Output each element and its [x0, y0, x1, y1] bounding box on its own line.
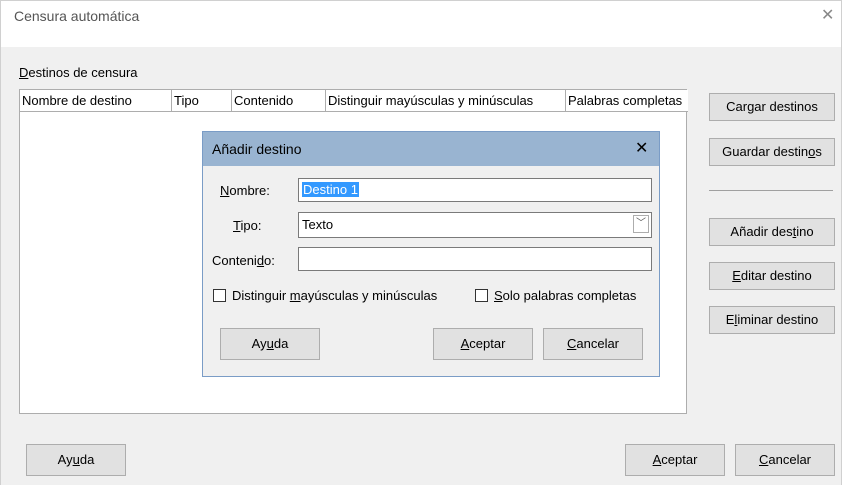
column-header-whole-words[interactable]: Palabras completas — [566, 90, 688, 112]
add-target-dialog: Añadir destino ✕ Nombre: Destino 1 Tipo:… — [202, 131, 660, 377]
content-label: Contenido: — [212, 253, 275, 268]
ok-button[interactable]: Aceptar — [625, 444, 725, 476]
case-checkbox-label[interactable]: Distinguir mayúsculas y minúsculas — [232, 288, 437, 303]
load-targets-button[interactable]: Cargar destinos — [709, 93, 835, 121]
cancel-button[interactable]: Cancelar — [735, 444, 835, 476]
edit-target-button[interactable]: Editar destino — [709, 262, 835, 290]
column-header-type[interactable]: Tipo — [172, 90, 232, 112]
dialog-title: Añadir destino — [212, 141, 302, 157]
whole-words-checkbox[interactable] — [475, 289, 488, 302]
type-select-value: Texto — [302, 217, 334, 232]
case-checkbox[interactable] — [213, 289, 226, 302]
delete-target-button[interactable]: Eliminar destino — [709, 306, 835, 334]
type-select[interactable]: Texto ﹀ — [298, 212, 652, 238]
dialog-ok-button[interactable]: Aceptar — [433, 328, 533, 360]
chevron-down-icon[interactable]: ﹀ — [633, 215, 649, 233]
name-label: Nombre: — [220, 183, 270, 198]
help-button[interactable]: Ayuda — [26, 444, 126, 476]
section-label: Destinos de censura — [19, 65, 138, 80]
dialog-close-icon[interactable]: ✕ — [635, 138, 648, 158]
save-targets-button[interactable]: Guardar destinos — [709, 138, 835, 166]
redaction-window: Censura automática ✕ Destinos de censura… — [0, 0, 842, 485]
dialog-cancel-button[interactable]: Cancelar — [543, 328, 643, 360]
section-label-text: estinos de censura — [28, 65, 138, 80]
content-input[interactable] — [298, 247, 652, 271]
type-label: Tipo: — [233, 218, 262, 233]
dialog-header: Añadir destino ✕ — [203, 132, 659, 166]
separator — [709, 190, 833, 191]
name-input[interactable]: Destino 1 — [298, 178, 652, 202]
add-target-button[interactable]: Añadir destino — [709, 218, 835, 246]
column-header-case[interactable]: Distinguir mayúsculas y minúsculas — [326, 90, 566, 112]
close-icon[interactable]: ✕ — [821, 5, 834, 25]
dialog-help-button[interactable]: Ayuda — [220, 328, 320, 360]
window-title: Censura automática — [14, 8, 140, 24]
column-header-content[interactable]: Contenido — [232, 90, 326, 112]
column-header-name[interactable]: Nombre de destino — [20, 90, 172, 112]
name-input-value: Destino 1 — [302, 182, 359, 197]
whole-words-checkbox-label[interactable]: Solo palabras completas — [494, 288, 636, 303]
